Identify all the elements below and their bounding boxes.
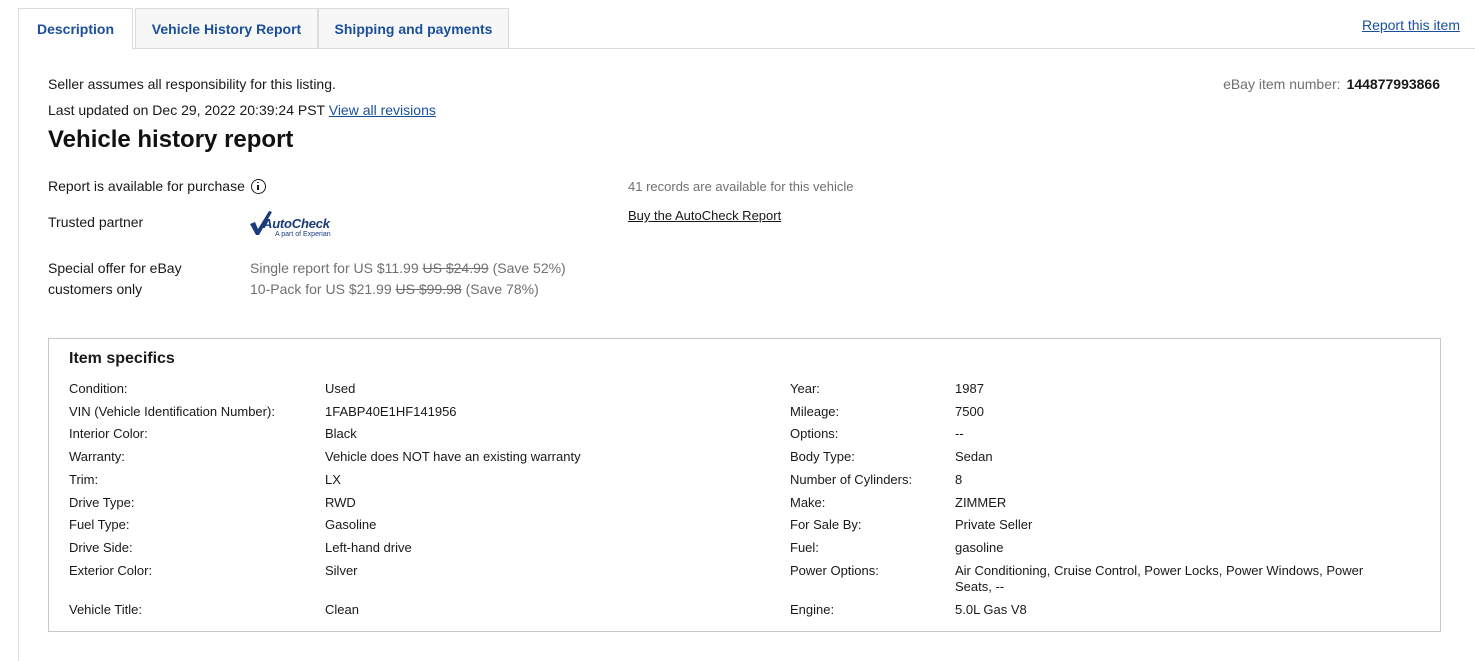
autocheck-logo: AutoCheck A part of Experian xyxy=(249,210,349,240)
tab-vehicle-history-report[interactable]: Vehicle History Report xyxy=(135,8,318,49)
spec-label: Exterior Color: xyxy=(69,563,153,578)
seller-responsibility-note: Seller assumes all responsibility for th… xyxy=(48,76,336,92)
offer-single-price: Single report for US $11.99 xyxy=(250,260,419,276)
spec-value: 5.0L Gas V8 xyxy=(955,602,1027,617)
offer-10-pack: 10-Pack for US $21.99 US $99.98 (Save 78… xyxy=(250,279,566,300)
spec-label: Mileage: xyxy=(790,404,840,419)
spec-value: -- xyxy=(955,426,964,441)
offer-single-save: (Save 52%) xyxy=(492,260,566,276)
spec-label: Make: xyxy=(790,495,826,510)
item-number-label: eBay item number: xyxy=(1223,76,1341,92)
tab-shipping-and-payments[interactable]: Shipping and payments xyxy=(318,8,509,49)
view-all-revisions-link[interactable]: View all revisions xyxy=(329,102,436,118)
records-count: 41 records are available for this vehicl… xyxy=(628,179,854,194)
spec-value: Black xyxy=(325,426,357,441)
offer-10-pack-was: US $99.98 xyxy=(395,281,462,297)
spec-label: Interior Color: xyxy=(69,426,148,441)
offer-list: Single report for US $11.99 US $24.99 (S… xyxy=(250,258,566,300)
spec-value: Gasoline xyxy=(325,517,377,532)
spec-label: Number of Cylinders: xyxy=(790,472,913,487)
offer-single-was: US $24.99 xyxy=(422,260,489,276)
spec-label: Year: xyxy=(790,381,820,396)
tab-bar: Description Vehicle History Report Shipp… xyxy=(0,0,1475,50)
spec-label: Drive Type: xyxy=(69,495,135,510)
buy-autocheck-report-link[interactable]: Buy the AutoCheck Report xyxy=(628,208,781,223)
report-available-label: Report is available for purchase xyxy=(48,178,245,194)
spec-label: Vehicle Title: xyxy=(69,602,142,617)
report-availability: Report is available for purchase xyxy=(48,178,266,194)
offer-10-pack-save: (Save 78%) xyxy=(465,281,539,297)
item-number: eBay item number: 144877993866 xyxy=(1223,76,1440,92)
autocheck-brand: AutoCheck xyxy=(263,216,330,231)
spec-label: Power Options: xyxy=(790,563,879,578)
autocheck-sub: A part of Experian xyxy=(275,231,331,238)
spec-label: For Sale By: xyxy=(790,517,862,532)
spec-label: Body Type: xyxy=(790,449,855,464)
spec-label: Engine: xyxy=(790,602,835,617)
spec-label: Condition: xyxy=(69,381,128,396)
spec-label: Trim: xyxy=(69,472,99,487)
spec-value: Left-hand drive xyxy=(325,540,412,555)
spec-value: ZIMMER xyxy=(955,495,1007,510)
spec-value: Clean xyxy=(325,602,359,617)
spec-value: 1987 xyxy=(955,381,984,396)
spec-label: Fuel: xyxy=(790,540,819,555)
spec-label: Drive Side: xyxy=(69,540,133,555)
item-specifics-title: Item specifics xyxy=(69,350,175,367)
spec-value: Silver xyxy=(325,563,358,578)
vehicle-history-title: Vehicle history report xyxy=(48,126,294,153)
spec-label: Warranty: xyxy=(69,449,125,464)
spec-value: Air Conditioning, Cruise Control, Power … xyxy=(955,563,1364,594)
offer-10-pack-price: 10-Pack for US $21.99 xyxy=(250,281,392,297)
report-item-link[interactable]: Report this item xyxy=(1362,17,1460,33)
spec-value: RWD xyxy=(325,495,356,510)
last-updated-text: Last updated on Dec 29, 2022 20:39:24 PS… xyxy=(48,102,325,118)
special-offer-label: Special offer for eBay customers only xyxy=(48,260,182,297)
item-specifics: Item specifics Condition: Used Year: 198… xyxy=(48,338,1441,632)
spec-value: 7500 xyxy=(955,404,984,419)
spec-value: 8 xyxy=(955,472,963,487)
spec-value: gasoline xyxy=(955,540,1004,555)
spec-value: Used xyxy=(325,381,356,396)
spec-value: LX xyxy=(325,472,341,487)
spec-label: Options: xyxy=(790,426,839,441)
trusted-partner-label: Trusted partner xyxy=(48,214,144,230)
info-icon[interactable] xyxy=(250,178,266,194)
offer-single: Single report for US $11.99 US $24.99 (S… xyxy=(250,258,566,279)
spec-value: Private Seller xyxy=(955,517,1033,532)
spec-label: VIN (Vehicle Identification Number): xyxy=(69,404,275,419)
spec-label: Fuel Type: xyxy=(69,517,130,532)
spec-value: Vehicle does NOT have an existing warran… xyxy=(325,449,581,464)
last-updated: Last updated on Dec 29, 2022 20:39:24 PS… xyxy=(48,102,436,118)
item-number-value: 144877993866 xyxy=(1346,76,1440,92)
tab-description[interactable]: Description xyxy=(18,8,133,50)
spec-value: 1FABP40E1HF141956 xyxy=(325,404,457,419)
spec-value: Sedan xyxy=(955,449,993,464)
